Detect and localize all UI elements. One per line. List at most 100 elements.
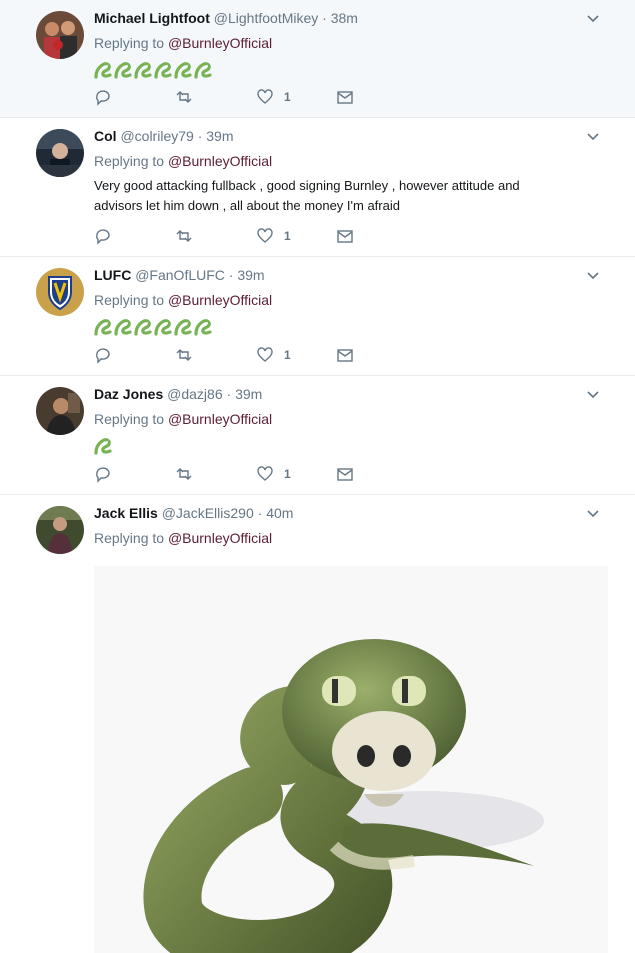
- username[interactable]: @JackEllis290: [162, 505, 254, 521]
- reply-button[interactable]: [94, 346, 112, 364]
- retweet-button[interactable]: [175, 88, 193, 106]
- avatar[interactable]: [36, 506, 84, 554]
- direct-message-button[interactable]: [336, 465, 354, 483]
- chevron-down-icon[interactable]: [585, 387, 601, 403]
- envelope-icon: [337, 468, 353, 481]
- snake-emoji-icon: [154, 62, 172, 79]
- heart-icon: [257, 228, 273, 243]
- retweet-button[interactable]: [175, 465, 193, 483]
- tweet-text: Very good attacking fullback , good sign…: [94, 178, 520, 213]
- envelope-icon: [337, 91, 353, 104]
- like-button[interactable]: 1: [256, 465, 291, 483]
- reply-icon: [96, 90, 110, 106]
- avatar-image: [36, 387, 84, 435]
- snake-emoji-icon: [114, 319, 132, 336]
- tweet-actions: 1: [94, 465, 394, 485]
- username[interactable]: @dazj86: [167, 386, 222, 402]
- avatar[interactable]: [36, 268, 84, 316]
- display-name[interactable]: Daz Jones: [94, 386, 163, 402]
- like-button[interactable]: 1: [256, 346, 291, 364]
- reply-icon: [96, 348, 110, 364]
- retweet-icon: [176, 230, 192, 242]
- separator: ·: [226, 386, 232, 402]
- separator: ·: [228, 267, 234, 283]
- like-count: 1: [284, 467, 291, 481]
- heart-icon: [257, 89, 273, 104]
- replying-label: Replying to: [94, 153, 165, 169]
- tweet-header: Col @colriley79 · 39m: [94, 128, 234, 144]
- replying-label: Replying to: [94, 411, 165, 427]
- retweet-icon: [176, 468, 192, 480]
- mention-link[interactable]: @BurnleyOfficial: [168, 292, 272, 308]
- mention-link[interactable]: @BurnleyOfficial: [168, 411, 272, 427]
- snake-emoji-icon: [134, 62, 152, 79]
- replying-to: Replying to @BurnleyOfficial: [94, 530, 272, 546]
- username[interactable]: @colriley79: [120, 128, 193, 144]
- chevron-down-icon[interactable]: [585, 129, 601, 145]
- username[interactable]: @FanOfLUFC: [135, 267, 225, 283]
- reply-button[interactable]: [94, 465, 112, 483]
- display-name[interactable]: Jack Ellis: [94, 505, 158, 521]
- media-gif[interactable]: [94, 566, 608, 953]
- mention-link[interactable]: @BurnleyOfficial: [168, 530, 272, 546]
- avatar-image: [36, 129, 84, 177]
- tweet[interactable]: LUFC @FanOfLUFC · 39m Replying to @Burnl…: [0, 257, 635, 376]
- tweet-actions: 1: [94, 88, 394, 108]
- retweet-icon: [176, 91, 192, 103]
- retweet-button[interactable]: [175, 227, 193, 245]
- display-name[interactable]: Michael Lightfoot: [94, 10, 210, 26]
- tweet-text: [94, 434, 574, 456]
- timestamp[interactable]: 39m: [206, 128, 233, 144]
- username[interactable]: @LightfootMikey: [214, 10, 318, 26]
- mention-link[interactable]: @BurnleyOfficial: [168, 153, 272, 169]
- chevron-down-icon[interactable]: [585, 506, 601, 522]
- tweet-header: Jack Ellis @JackEllis290 · 40m: [94, 505, 293, 521]
- snake-emoji-icon: [94, 62, 112, 79]
- timestamp[interactable]: 40m: [266, 505, 293, 521]
- envelope-icon: [337, 349, 353, 362]
- leeds-crest-icon: [36, 268, 84, 316]
- snake-emoji-icon: [194, 319, 212, 336]
- reply-button[interactable]: [94, 88, 112, 106]
- like-button[interactable]: 1: [256, 227, 291, 245]
- snake-emoji-icon: [94, 438, 112, 455]
- avatar-image: [36, 506, 84, 554]
- timestamp[interactable]: 38m: [331, 10, 358, 26]
- like-count: 1: [284, 348, 291, 362]
- retweet-button[interactable]: [175, 346, 193, 364]
- snake-gif-image: [94, 566, 608, 953]
- separator: ·: [322, 10, 327, 26]
- like-button[interactable]: 1: [256, 88, 291, 106]
- avatar[interactable]: [36, 11, 84, 59]
- direct-message-button[interactable]: [336, 88, 354, 106]
- snake-emoji-row: [94, 315, 574, 337]
- chevron-down-icon[interactable]: [585, 268, 601, 284]
- like-count: 1: [284, 229, 291, 243]
- replying-label: Replying to: [94, 35, 165, 51]
- avatar[interactable]: [36, 387, 84, 435]
- avatar[interactable]: [36, 129, 84, 177]
- timestamp[interactable]: 39m: [235, 386, 262, 402]
- tweet[interactable]: Col @colriley79 · 39m Replying to @Burnl…: [0, 118, 635, 257]
- tweet-text: [94, 58, 574, 80]
- tweet[interactable]: Michael Lightfoot @LightfootMikey · 38m …: [0, 0, 635, 118]
- tweet-header: Michael Lightfoot @LightfootMikey · 38m: [94, 10, 358, 26]
- tweet-header: Daz Jones @dazj86 · 39m: [94, 386, 262, 402]
- tweet-text: [94, 315, 574, 337]
- snake-emoji-icon: [114, 62, 132, 79]
- separator: ·: [197, 128, 203, 144]
- display-name[interactable]: Col: [94, 128, 117, 144]
- replying-to: Replying to @BurnleyOfficial: [94, 411, 272, 427]
- direct-message-button[interactable]: [336, 227, 354, 245]
- replying-to: Replying to @BurnleyOfficial: [94, 153, 272, 169]
- reply-button[interactable]: [94, 227, 112, 245]
- direct-message-button[interactable]: [336, 346, 354, 364]
- chevron-down-icon[interactable]: [585, 11, 601, 27]
- mention-link[interactable]: @BurnleyOfficial: [168, 35, 272, 51]
- tweet[interactable]: Daz Jones @dazj86 · 39m Replying to @Bur…: [0, 376, 635, 495]
- display-name[interactable]: LUFC: [94, 267, 131, 283]
- timestamp[interactable]: 39m: [237, 267, 264, 283]
- snake-emoji-row: [94, 434, 574, 456]
- snake-emoji-icon: [194, 62, 212, 79]
- snake-emoji-icon: [134, 319, 152, 336]
